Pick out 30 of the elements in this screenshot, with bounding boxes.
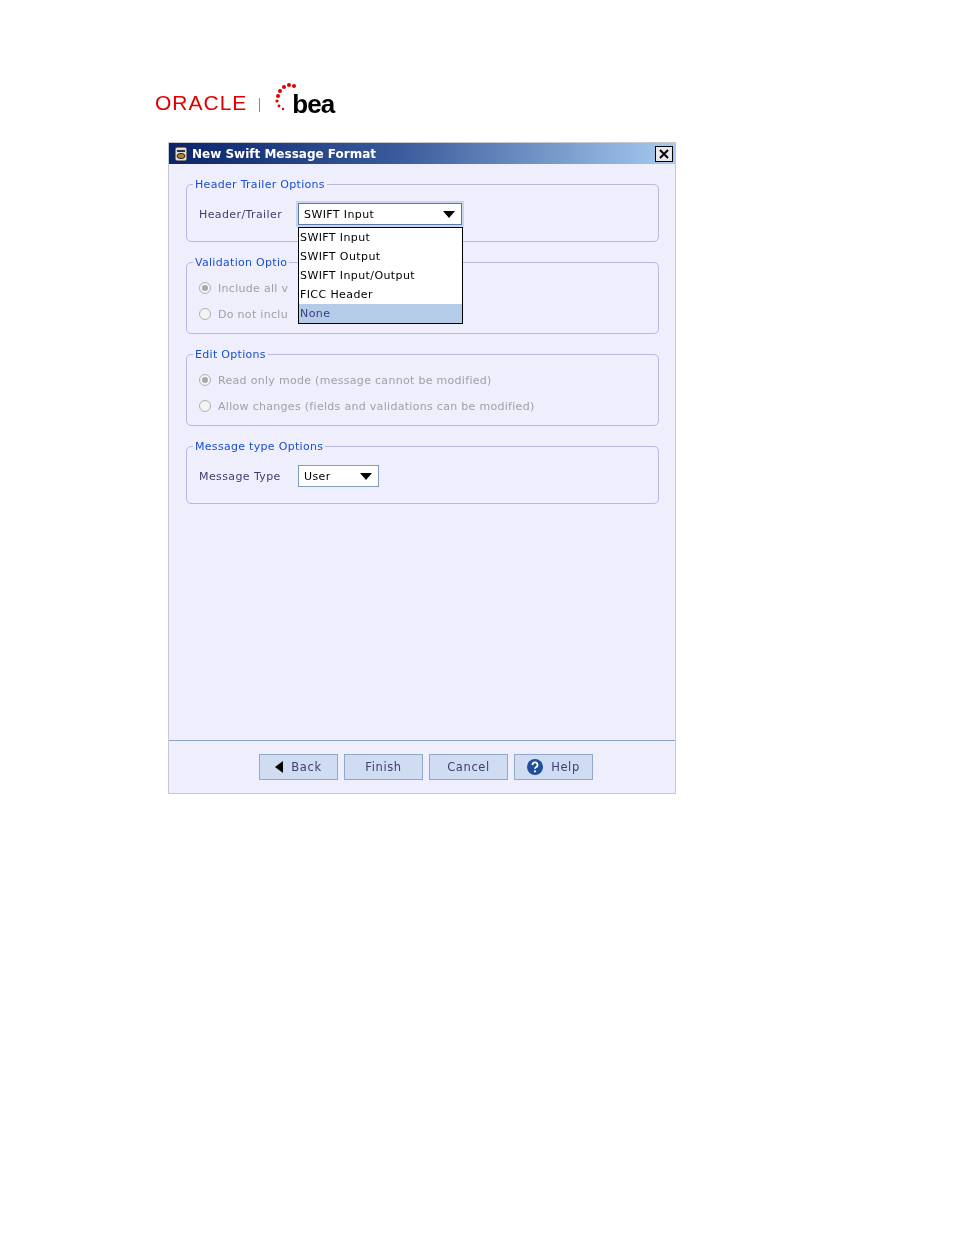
header-trailer-dropdown[interactable]: SWIFT Input [298, 203, 462, 225]
field-label: Message Type [199, 469, 282, 483]
window-title: New Swift Message Format [192, 146, 377, 161]
dropdown-option[interactable]: SWIFT Input [299, 228, 462, 247]
dialog-button[interactable]: Help [514, 754, 593, 780]
radio-label: Allow changes (fields and validations can be modified) [218, 399, 535, 413]
radio-label: Read only mode (message cannot be modified) [218, 373, 492, 387]
jar-icon [173, 145, 189, 162]
close-button[interactable] [655, 145, 673, 162]
dialog-button[interactable]: Cancel [429, 754, 508, 780]
group-legend: Edit Options [193, 348, 268, 361]
field-label: Header/Trailer [199, 207, 284, 221]
message-type-dropdown[interactable]: User [298, 465, 379, 487]
dropdown-option[interactable]: SWIFT Output [299, 247, 462, 266]
dropdown-option[interactable]: None [299, 304, 462, 323]
help-icon [527, 759, 544, 775]
oracle-logo: ORACLE [155, 92, 248, 114]
group-legend: Validation Optio [193, 256, 290, 269]
back-arrow-icon [275, 761, 284, 773]
bea-logo: bea [292, 90, 335, 118]
radio-label: Include all v [218, 281, 289, 295]
caret-icon [360, 472, 372, 480]
dialog-button[interactable]: Back [259, 754, 338, 780]
radio-label: Do not inclu [218, 307, 288, 321]
dialog-button[interactable]: Finish [344, 754, 423, 780]
caret-icon [443, 210, 455, 218]
group-legend: Header Trailer Options [193, 178, 327, 191]
dropdown-option[interactable]: FICC Header [299, 285, 462, 304]
dropdown-option[interactable]: SWIFT Input/Output [299, 266, 462, 285]
group-legend: Message type Options [193, 440, 326, 453]
